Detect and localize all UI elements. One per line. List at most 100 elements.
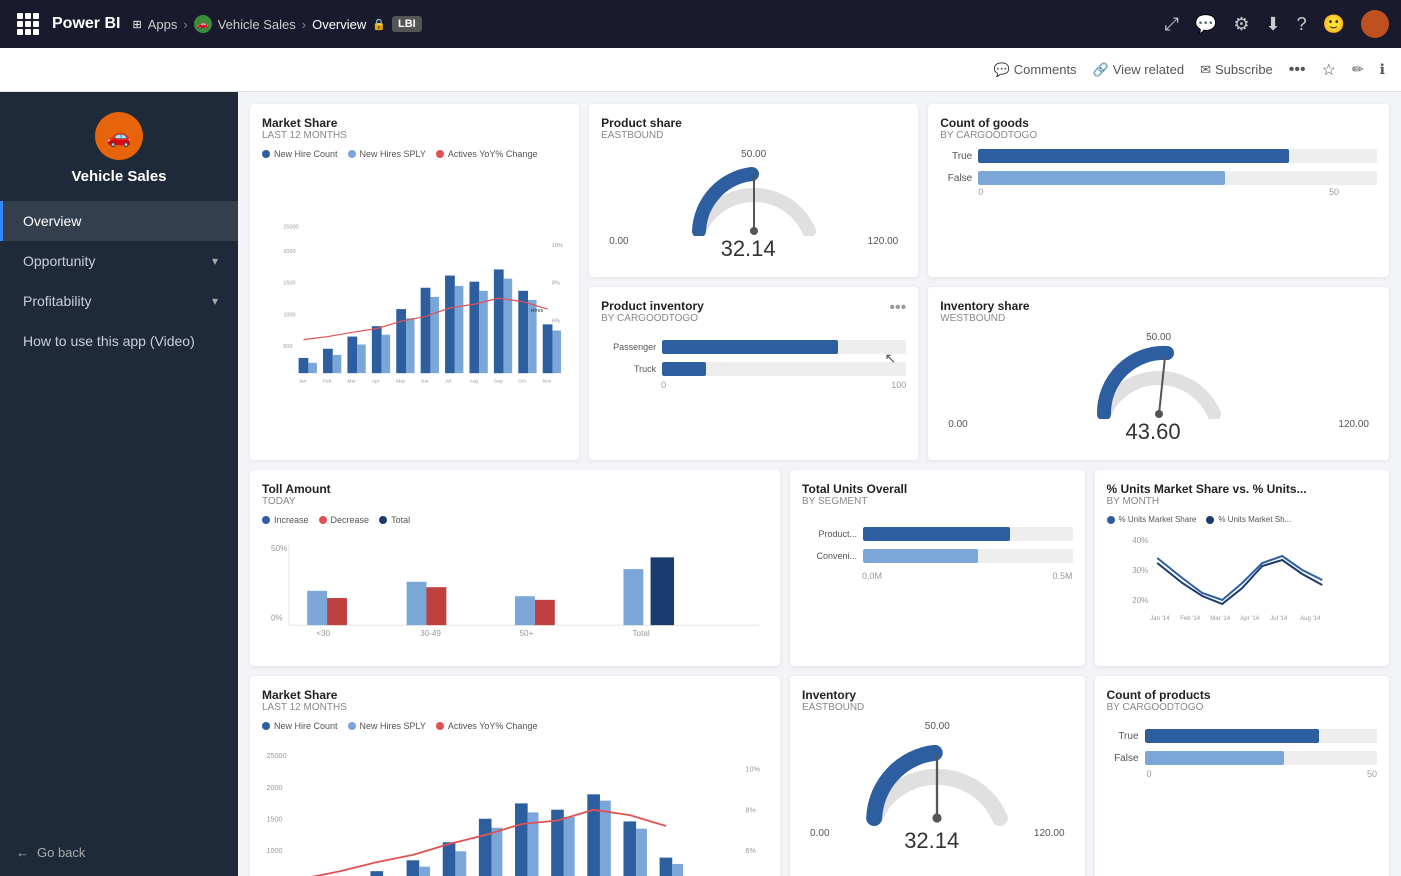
cpb-bar-fill-false xyxy=(1145,751,1284,765)
profile-icon[interactable] xyxy=(1361,10,1389,38)
subscribe-button[interactable]: ✉ Subscribe xyxy=(1200,62,1273,78)
sidebar-item-profitability[interactable]: Profitability ▾ xyxy=(0,281,238,321)
comment-icon[interactable]: 💬 xyxy=(1195,14,1217,35)
legend-units-2: % Units Market Sh... xyxy=(1206,515,1291,524)
bar-fill-product xyxy=(863,527,1010,541)
bar-label-passenger: Passenger xyxy=(601,342,656,352)
bar-track-conveni xyxy=(863,549,1072,563)
legend-label-units-2: % Units Market Sh... xyxy=(1218,515,1291,524)
view-related-button[interactable]: 🔗 View related xyxy=(1093,62,1185,78)
lbi-badge: LBI xyxy=(392,16,422,32)
sidebar-item-overview[interactable]: Overview xyxy=(0,201,238,241)
sidebar-item-howto[interactable]: How to use this app (Video) xyxy=(0,321,238,361)
legend-units-1: % Units Market Share xyxy=(1107,515,1197,524)
app-icon: 🚗 xyxy=(194,15,212,33)
edit-icon[interactable]: ✏ xyxy=(1352,61,1364,78)
sidebar-item-opportunity[interactable]: Opportunity ▾ xyxy=(0,241,238,281)
inv-b-gauge-svg xyxy=(857,728,1017,828)
settings-icon[interactable]: ⚙ xyxy=(1233,14,1249,35)
gauge-svg xyxy=(684,156,824,236)
secondbar: 💬 Comments 🔗 View related ✉ Subscribe ••… xyxy=(0,48,1401,92)
legend-label-total: Total xyxy=(391,515,410,525)
svg-text:1000: 1000 xyxy=(283,312,295,318)
inventory-bottom-title: Inventory xyxy=(802,688,1072,702)
breadcrumb: ⊞ Apps › 🚗 Vehicle Sales › Overview 🔒 LB… xyxy=(132,15,421,33)
total-units-subtitle: BY SEGMENT xyxy=(802,496,1072,507)
bar-label-false: False xyxy=(940,173,972,184)
axis-max: 50 xyxy=(1329,187,1339,197)
inventory-axis-min: 0 xyxy=(661,380,666,390)
breadcrumb-app-name[interactable]: Vehicle Sales xyxy=(218,17,296,32)
bookmark-icon[interactable]: ☆ xyxy=(1322,60,1336,80)
legend-dot-units-1 xyxy=(1107,516,1115,524)
svg-text:Aug '14: Aug '14 xyxy=(1300,616,1321,622)
bar-track-truck xyxy=(662,362,906,376)
svg-text:Jan '14: Jan '14 xyxy=(1150,616,1170,622)
bar-fill-true xyxy=(978,149,1289,163)
svg-text:1500: 1500 xyxy=(267,814,283,823)
legend-new-hire-sply: New Hires SPLY xyxy=(348,149,426,159)
legend-decrease: Decrease xyxy=(319,515,370,525)
go-back-button[interactable]: ← Go back xyxy=(16,845,222,860)
chevron-down-icon: ▾ xyxy=(212,254,218,268)
svg-text:2000: 2000 xyxy=(267,783,283,792)
powerbi-logo: Power BI xyxy=(52,15,120,33)
units-market-share-subtitle: BY MONTH xyxy=(1107,496,1377,507)
bar-row-true: True xyxy=(940,149,1377,163)
legend-label-decrease: Decrease xyxy=(331,515,370,525)
units-market-chart-svg: 40% 30% 20% Jan '14 Feb '14 Mar '14 Apr … xyxy=(1107,528,1377,628)
bar-track-passenger xyxy=(662,340,906,354)
bar-row-product: Product... xyxy=(802,527,1072,541)
svg-text:8%: 8% xyxy=(745,805,756,814)
svg-text:Jan: Jan xyxy=(299,378,307,384)
help-icon[interactable]: ? xyxy=(1297,14,1307,35)
inv-gauge-max: 120.00 xyxy=(1338,419,1369,445)
smiley-icon[interactable]: 🙂 xyxy=(1323,14,1345,35)
breadcrumb-apps[interactable]: Apps xyxy=(148,17,178,32)
count-products-bottom-title: Count of products xyxy=(1107,688,1377,702)
svg-text:Mar: Mar xyxy=(347,378,356,384)
apps-grid-button[interactable] xyxy=(12,8,44,40)
units-market-share-card: % Units Market Share vs. % Units... BY M… xyxy=(1095,470,1389,666)
more-dots-icon[interactable]: ••• xyxy=(889,299,906,332)
inventory-share-card: Inventory share WESTBOUND 50.00 0.00 43.… xyxy=(928,287,1389,460)
gauge-max: 120.00 xyxy=(868,236,899,262)
market-share-subtitle: LAST 12 MONTHS xyxy=(262,130,567,141)
cpb-bar-row-false: False xyxy=(1107,751,1377,765)
svg-text:Apr '14: Apr '14 xyxy=(1240,616,1259,622)
bar-row-passenger: Passenger xyxy=(601,340,906,354)
row-3: Market Share LAST 12 MONTHS New Hire Cou… xyxy=(250,676,1389,876)
svg-text:0%: 0% xyxy=(271,614,283,623)
svg-text:40%: 40% xyxy=(1132,536,1148,545)
download-icon[interactable]: ⬇ xyxy=(1265,14,1280,35)
market-share-bottom-card: Market Share LAST 12 MONTHS New Hire Cou… xyxy=(250,676,780,876)
subscribe-label: Subscribe xyxy=(1215,62,1273,77)
legend-total: Total xyxy=(379,515,410,525)
more-icon[interactable]: ••• xyxy=(1289,61,1306,79)
total-units-card: Total Units Overall BY SEGMENT Product..… xyxy=(790,470,1084,666)
svg-text:30%: 30% xyxy=(1132,566,1148,575)
cursor-icon: ↖ xyxy=(885,350,897,367)
svg-text:Sep: Sep xyxy=(494,378,503,384)
cpb-bar-label-false: False xyxy=(1107,753,1139,764)
toll-amount-subtitle: TODAY xyxy=(262,496,768,507)
comments-button[interactable]: 💬 Comments xyxy=(994,62,1077,78)
bar-label-true: True xyxy=(940,151,972,162)
svg-text:50+: 50+ xyxy=(520,629,534,638)
svg-text:30-49: 30-49 xyxy=(420,629,441,638)
legend-dot-3 xyxy=(436,150,444,158)
view-related-label: View related xyxy=(1113,62,1184,77)
svg-text:6%: 6% xyxy=(745,846,756,855)
svg-text:May: May xyxy=(396,378,406,384)
lock-icon: 🔒 xyxy=(372,18,386,31)
sidebar-footer: ← Go back xyxy=(0,829,238,876)
legend-b-dot-1 xyxy=(262,722,270,730)
product-share-gauge: 50.00 0.00 32.14 120.00 xyxy=(601,149,906,262)
topbar: Power BI ⊞ Apps › 🚗 Vehicle Sales › Over… xyxy=(0,0,1401,48)
sidebar-item-overview-label: Overview xyxy=(23,213,218,229)
expand-icon[interactable]: ⤢ xyxy=(1165,14,1179,35)
info-icon[interactable]: ℹ xyxy=(1380,61,1385,78)
svg-text:25000: 25000 xyxy=(267,751,287,760)
legend-actives: Actives YoY% Change xyxy=(436,149,538,159)
svg-text:20%: 20% xyxy=(1132,596,1148,605)
